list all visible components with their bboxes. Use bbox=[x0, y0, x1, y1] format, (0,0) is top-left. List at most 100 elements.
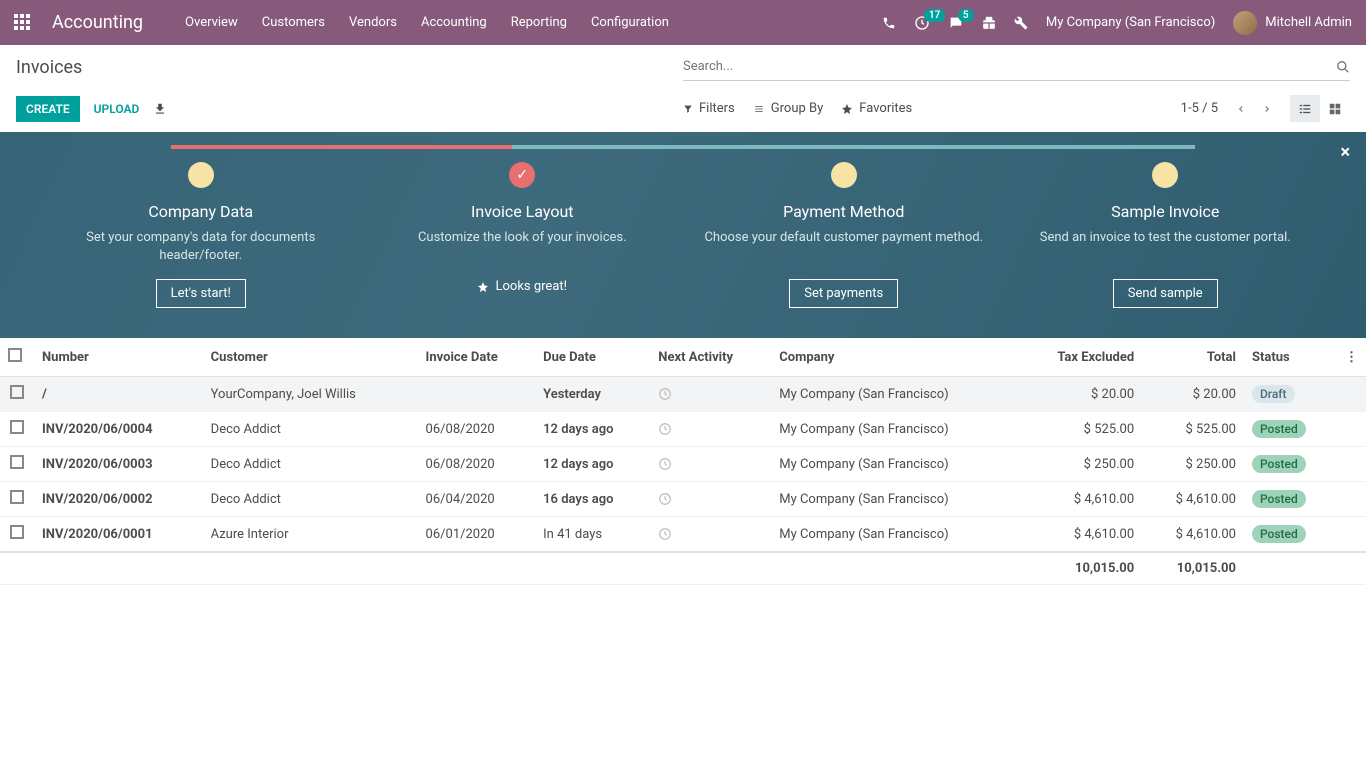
col-status[interactable]: Status bbox=[1244, 338, 1337, 377]
cell-total: $ 4,610.00 bbox=[1142, 482, 1244, 517]
col-next-activity[interactable]: Next Activity bbox=[650, 338, 771, 377]
row-checkbox[interactable] bbox=[10, 420, 24, 434]
cell-next-activity[interactable] bbox=[650, 517, 771, 553]
groupby-button[interactable]: Group By bbox=[753, 101, 824, 116]
search-bar bbox=[683, 53, 1350, 81]
cell-status: Posted bbox=[1244, 412, 1337, 447]
menu-reporting[interactable]: Reporting bbox=[499, 0, 579, 45]
menu-accounting[interactable]: Accounting bbox=[409, 0, 499, 45]
control-panel: Invoices CREATE UPLOAD Filters Group By … bbox=[0, 45, 1366, 132]
send-sample-button[interactable]: Send sample bbox=[1113, 279, 1218, 308]
cell-tax-excluded: $ 4,610.00 bbox=[1018, 517, 1142, 553]
cell-invoice-date: 06/04/2020 bbox=[418, 482, 536, 517]
col-number[interactable]: Number bbox=[34, 338, 203, 377]
menu-configuration[interactable]: Configuration bbox=[579, 0, 681, 45]
clock-icon[interactable] bbox=[658, 527, 672, 542]
discuss-icon[interactable]: 5 bbox=[948, 15, 964, 31]
menu-vendors[interactable]: Vendors bbox=[337, 0, 409, 45]
cell-tax-excluded: $ 525.00 bbox=[1018, 412, 1142, 447]
row-checkbox[interactable] bbox=[10, 455, 24, 469]
clock-icon[interactable] bbox=[658, 422, 672, 437]
step-title: Company Data bbox=[50, 202, 352, 221]
step-done-icon: ✓ bbox=[509, 162, 535, 188]
step-dot-icon bbox=[188, 162, 214, 188]
filters-button[interactable]: Filters bbox=[683, 101, 735, 116]
total-total: 10,015.00 bbox=[1142, 552, 1244, 585]
cell-number: INV/2020/06/0003 bbox=[34, 447, 203, 482]
step-dot-icon bbox=[1152, 162, 1178, 188]
upload-file-icon[interactable] bbox=[153, 101, 167, 116]
invoice-list: Number Customer Invoice Date Due Date Ne… bbox=[0, 338, 1366, 585]
table-row[interactable]: INV/2020/06/0004Deco Addict06/08/202012 … bbox=[0, 412, 1366, 447]
apps-icon[interactable] bbox=[14, 14, 32, 32]
phone-icon[interactable] bbox=[882, 15, 896, 30]
col-company[interactable]: Company bbox=[771, 338, 1018, 377]
pager-prev-icon[interactable] bbox=[1228, 97, 1254, 120]
view-kanban-icon[interactable] bbox=[1320, 95, 1350, 122]
col-customer[interactable]: Customer bbox=[203, 338, 418, 377]
app-brand[interactable]: Accounting bbox=[52, 12, 143, 33]
table-row[interactable]: INV/2020/06/0002Deco Addict06/04/202016 … bbox=[0, 482, 1366, 517]
optional-columns-icon[interactable]: ⋮ bbox=[1337, 338, 1366, 377]
pager-next-icon[interactable] bbox=[1254, 97, 1280, 120]
search-input[interactable] bbox=[683, 53, 1336, 80]
col-tax-excluded[interactable]: Tax Excluded bbox=[1018, 338, 1142, 377]
user-menu[interactable]: Mitchell Admin bbox=[1233, 11, 1352, 35]
cell-due-date: 12 days ago bbox=[535, 412, 650, 447]
step-desc: Choose your default customer payment met… bbox=[693, 229, 995, 265]
cell-due-date: In 41 days bbox=[535, 517, 650, 553]
clock-icon[interactable] bbox=[658, 492, 672, 507]
cell-number: INV/2020/06/0001 bbox=[34, 517, 203, 553]
cell-company: My Company (San Francisco) bbox=[771, 482, 1018, 517]
favorites-button[interactable]: Favorites bbox=[841, 101, 912, 116]
total-tax-excluded: 10,015.00 bbox=[1018, 552, 1142, 585]
table-row[interactable]: INV/2020/06/0003Deco Addict06/08/202012 … bbox=[0, 447, 1366, 482]
cell-company: My Company (San Francisco) bbox=[771, 517, 1018, 553]
avatar bbox=[1233, 11, 1257, 35]
lets-start-button[interactable]: Let's start! bbox=[156, 279, 246, 308]
menu-customers[interactable]: Customers bbox=[250, 0, 337, 45]
onboarding-step-payment: Payment Method Choose your default custo… bbox=[683, 162, 1005, 308]
row-checkbox[interactable] bbox=[10, 490, 24, 504]
col-invoice-date[interactable]: Invoice Date bbox=[418, 338, 536, 377]
menu-overview[interactable]: Overview bbox=[173, 0, 250, 45]
pager-count[interactable]: 1-5 / 5 bbox=[1181, 101, 1218, 116]
step-dot-icon bbox=[831, 162, 857, 188]
cell-next-activity[interactable] bbox=[650, 447, 771, 482]
create-button[interactable]: CREATE bbox=[16, 96, 80, 122]
cell-next-activity[interactable] bbox=[650, 482, 771, 517]
step-title: Payment Method bbox=[693, 202, 995, 221]
select-all-checkbox[interactable] bbox=[8, 348, 22, 362]
main-menu: Overview Customers Vendors Accounting Re… bbox=[173, 0, 681, 45]
table-row[interactable]: /YourCompany, Joel WillisYesterdayMy Com… bbox=[0, 377, 1366, 412]
clock-icon[interactable] bbox=[658, 387, 672, 402]
debug-icon[interactable] bbox=[1014, 15, 1028, 30]
upload-button[interactable]: UPLOAD bbox=[90, 96, 144, 122]
status-badge: Posted bbox=[1252, 525, 1306, 543]
table-row[interactable]: INV/2020/06/0001Azure Interior06/01/2020… bbox=[0, 517, 1366, 553]
page-title: Invoices bbox=[16, 57, 683, 78]
top-nav: Accounting Overview Customers Vendors Ac… bbox=[0, 0, 1366, 45]
cell-next-activity[interactable] bbox=[650, 377, 771, 412]
company-selector[interactable]: My Company (San Francisco) bbox=[1046, 15, 1215, 30]
cell-tax-excluded: $ 4,610.00 bbox=[1018, 482, 1142, 517]
col-total[interactable]: Total bbox=[1142, 338, 1244, 377]
close-icon[interactable]: × bbox=[1340, 142, 1350, 163]
step-title: Sample Invoice bbox=[1015, 202, 1317, 221]
row-checkbox[interactable] bbox=[10, 385, 24, 399]
row-checkbox[interactable] bbox=[10, 525, 24, 539]
cell-due-date: Yesterday bbox=[535, 377, 650, 412]
cell-customer: Deco Addict bbox=[203, 447, 418, 482]
col-due-date[interactable]: Due Date bbox=[535, 338, 650, 377]
cell-company: My Company (San Francisco) bbox=[771, 377, 1018, 412]
activities-icon[interactable]: 17 bbox=[914, 15, 930, 31]
set-payments-button[interactable]: Set payments bbox=[789, 279, 898, 308]
cell-next-activity[interactable] bbox=[650, 412, 771, 447]
view-list-icon[interactable] bbox=[1290, 95, 1320, 122]
search-icon[interactable] bbox=[1336, 59, 1350, 74]
clock-icon[interactable] bbox=[658, 457, 672, 472]
gift-icon[interactable] bbox=[982, 15, 996, 30]
step-desc: Customize the look of your invoices. bbox=[372, 229, 674, 265]
cell-invoice-date: 06/01/2020 bbox=[418, 517, 536, 553]
onboarding-step-company: Company Data Set your company's data for… bbox=[40, 162, 362, 308]
